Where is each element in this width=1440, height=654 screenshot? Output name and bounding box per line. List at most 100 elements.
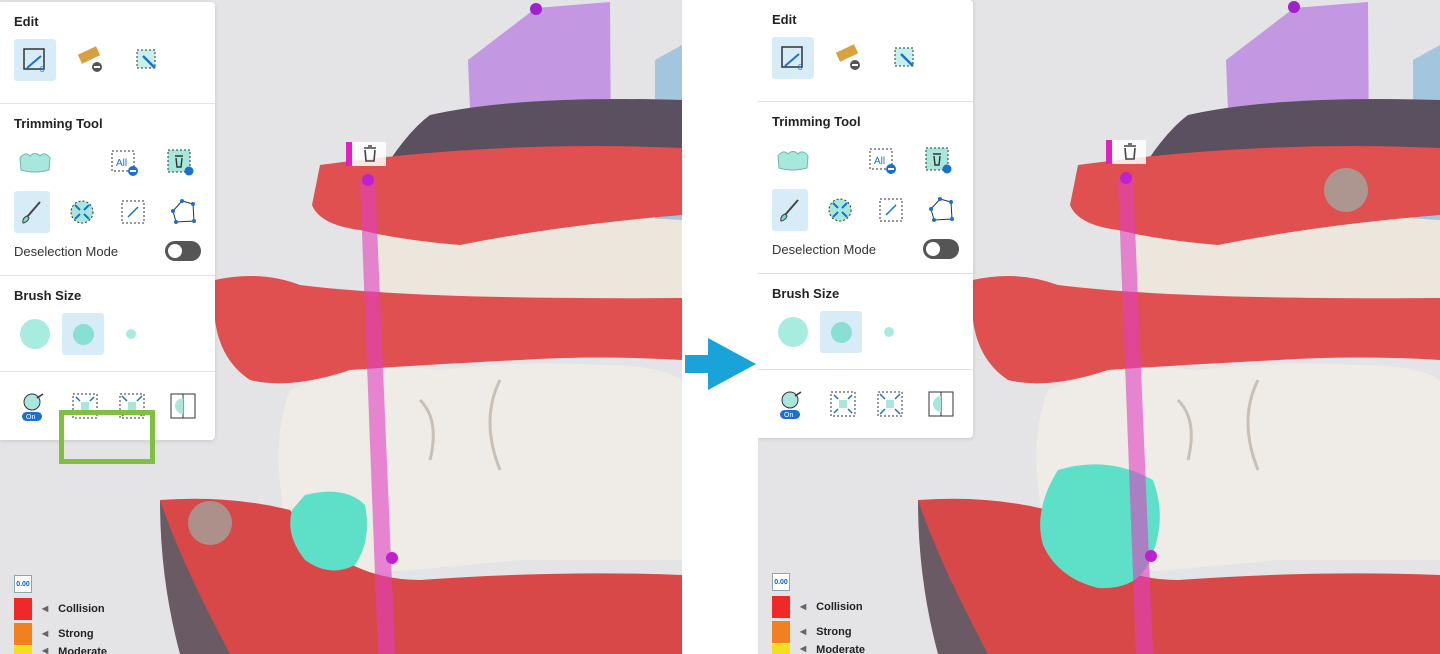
- deselect-all-button[interactable]: All: [861, 139, 903, 181]
- plane-handle-bottom[interactable]: [1145, 550, 1157, 562]
- legend-arrow-icon[interactable]: ◀: [42, 604, 48, 613]
- shrink-selection-icon: [830, 391, 856, 417]
- legend-item-collision: ◀ Collision: [772, 594, 865, 619]
- legend-item-moderate: ◀ Moderate: [772, 644, 865, 654]
- gum-trim-icon: [777, 151, 809, 171]
- svg-text:8: 8: [40, 65, 45, 74]
- rect-select-button[interactable]: [115, 191, 151, 233]
- collision-legend: 0.00 ◀ Collision ◀ Strong ◀ Moderate: [772, 573, 865, 654]
- expand-selection-button[interactable]: [872, 384, 909, 424]
- delete-selection-button[interactable]: [917, 139, 959, 181]
- shrink-selection-icon: [828, 198, 852, 222]
- invert-selection-icon: [928, 391, 954, 417]
- legend-arrow-icon[interactable]: ◀: [800, 602, 806, 611]
- legend-item-collision: ◀ Collision: [14, 596, 107, 621]
- deselect-all-icon: All: [111, 150, 138, 176]
- rect-select-button[interactable]: [873, 189, 909, 231]
- edit-section: Edit 8: [758, 0, 973, 102]
- legend-distance-icon[interactable]: 0.00: [772, 573, 790, 591]
- select-tool-icon: 8: [781, 46, 803, 72]
- visibility-toggle-icon: On: [780, 391, 802, 419]
- shrink-region-button[interactable]: [822, 189, 858, 231]
- side-panel: Edit 8 Trimming Tool All Deselection Mod…: [758, 0, 973, 438]
- delete-selection-icon: [167, 149, 194, 176]
- paintbrush-button[interactable]: [14, 191, 51, 233]
- gum-trim-button[interactable]: [772, 139, 814, 181]
- shrink-selection-button[interactable]: [825, 384, 862, 424]
- legend-item-strong: ◀ Strong: [14, 621, 107, 646]
- select-tool-button[interactable]: 8: [14, 39, 56, 81]
- trimming-title: Trimming Tool: [14, 116, 103, 131]
- delete-selection-button[interactable]: [159, 141, 201, 183]
- after-screenshot: Edit 8 Trimming Tool All Deselection Mod…: [758, 0, 1440, 654]
- delete-selection-icon: [925, 147, 952, 174]
- side-panel: Edit 8 Trimming Tool All Deselection Mod…: [0, 2, 215, 440]
- brush-medium-icon: [72, 323, 94, 345]
- transition-arrow-icon: [685, 338, 756, 390]
- legend-item-strong: ◀ Strong: [772, 619, 865, 644]
- deselection-mode-toggle[interactable]: [165, 241, 201, 261]
- brush-size-section: Brush Size: [758, 274, 973, 370]
- legend-distance-icon[interactable]: 0.00: [14, 575, 32, 593]
- expand-selection-icon: [877, 391, 903, 417]
- deselection-mode-label: Deselection Mode: [772, 241, 877, 257]
- rect-select-icon: [879, 198, 903, 222]
- polygon-select-button[interactable]: [923, 189, 959, 231]
- trimming-section: Trimming Tool All Deselection Mode: [0, 104, 215, 276]
- plane-handle-bottom[interactable]: [386, 552, 398, 564]
- brush-size-title: Brush Size: [772, 286, 840, 301]
- invert-selection-button[interactable]: [164, 386, 201, 426]
- collision-legend: 0.00 ◀ Collision ◀ Strong ◀ Moderate: [14, 575, 107, 654]
- trimming-section: Trimming Tool All Deselection Mode: [758, 102, 973, 274]
- before-screenshot: Edit 8 Trimming Tool All Deselection Mod…: [0, 0, 682, 654]
- toggle-on-badge: On: [784, 412, 793, 419]
- deselect-all-button[interactable]: All: [103, 141, 145, 183]
- select-tool-button[interactable]: 8: [772, 37, 814, 79]
- plane-handle-top[interactable]: [1120, 172, 1132, 184]
- plane-handle[interactable]: [1288, 1, 1300, 13]
- brush-large-icon: [778, 317, 808, 347]
- deselect-all-icon: All: [869, 148, 896, 174]
- invert-selection-button[interactable]: [922, 384, 959, 424]
- polygon-select-button[interactable]: [165, 191, 201, 233]
- brush-size-small[interactable]: [110, 313, 152, 355]
- polygon-select-icon: [928, 197, 954, 222]
- magic-select-icon: [136, 49, 156, 69]
- magic-select-button[interactable]: [884, 37, 926, 79]
- plane-label-marker: [346, 142, 352, 166]
- svg-text:All: All: [874, 156, 885, 167]
- brush-cursor: [188, 501, 232, 545]
- edit-title: Edit: [14, 14, 39, 29]
- legend-arrow-icon[interactable]: ◀: [42, 629, 48, 638]
- brush-size-large[interactable]: [772, 311, 814, 353]
- select-tool-icon: 8: [23, 48, 45, 74]
- visibility-toggle-button[interactable]: On: [14, 386, 51, 426]
- brush-small-icon: [126, 329, 136, 339]
- brush-size-medium[interactable]: [820, 311, 862, 353]
- legend-arrow-icon[interactable]: ◀: [800, 627, 806, 636]
- brush-size-medium[interactable]: [62, 313, 104, 355]
- visibility-toggle-button[interactable]: On: [772, 384, 809, 424]
- plane-handle-top[interactable]: [362, 174, 374, 186]
- edit-title: Edit: [772, 12, 797, 27]
- paintbrush-button[interactable]: [772, 189, 809, 231]
- brush-paint-icon: [835, 44, 860, 70]
- plane-handle[interactable]: [530, 3, 542, 15]
- brush-large-icon: [20, 319, 50, 349]
- brush-paint-button[interactable]: [828, 37, 870, 79]
- brush-size-small[interactable]: [868, 311, 910, 353]
- magic-select-button[interactable]: [126, 39, 168, 81]
- bottom-tools-section: On: [758, 370, 973, 438]
- gum-trim-button[interactable]: [14, 141, 56, 183]
- visibility-toggle-icon: On: [22, 393, 44, 421]
- deselection-mode-toggle[interactable]: [923, 239, 959, 259]
- toggle-on-badge: On: [26, 414, 35, 421]
- trimming-title: Trimming Tool: [772, 114, 861, 129]
- comparison-stage: Edit 8 Trimming Tool All Deselection Mod…: [0, 0, 1440, 654]
- shrink-selection-icon: [70, 200, 94, 224]
- svg-text:8: 8: [798, 63, 803, 72]
- brush-paint-button[interactable]: [70, 39, 112, 81]
- magic-select-icon: [894, 47, 914, 67]
- shrink-region-button[interactable]: [64, 191, 100, 233]
- brush-size-large[interactable]: [14, 313, 56, 355]
